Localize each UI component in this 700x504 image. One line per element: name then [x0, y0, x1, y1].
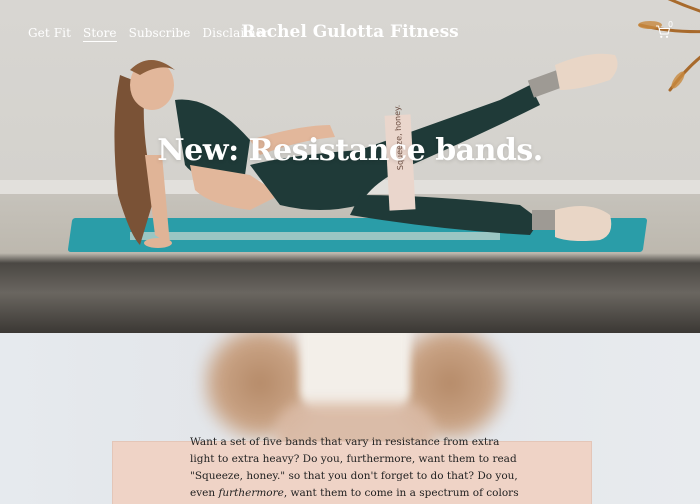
nav-store[interactable]: Store [83, 26, 117, 42]
main-navigation: Get Fit Store Subscribe Disclaimer [28, 26, 269, 42]
cart-count: 0 [668, 20, 674, 29]
nav-subscribe[interactable]: Subscribe [129, 26, 191, 42]
nav-get-fit[interactable]: Get Fit [28, 26, 71, 42]
hero-headline: New: Resistance bands. [157, 133, 543, 168]
product-description: Want a set of five bands that vary in re… [190, 434, 520, 502]
cart-button[interactable]: 0 [655, 20, 673, 43]
description-text-end: , want them to come in a spectrum of col… [283, 487, 519, 499]
site-title[interactable]: Rachel Gulotta Fitness [241, 22, 458, 42]
description-emphasis: furthermore [218, 487, 284, 499]
